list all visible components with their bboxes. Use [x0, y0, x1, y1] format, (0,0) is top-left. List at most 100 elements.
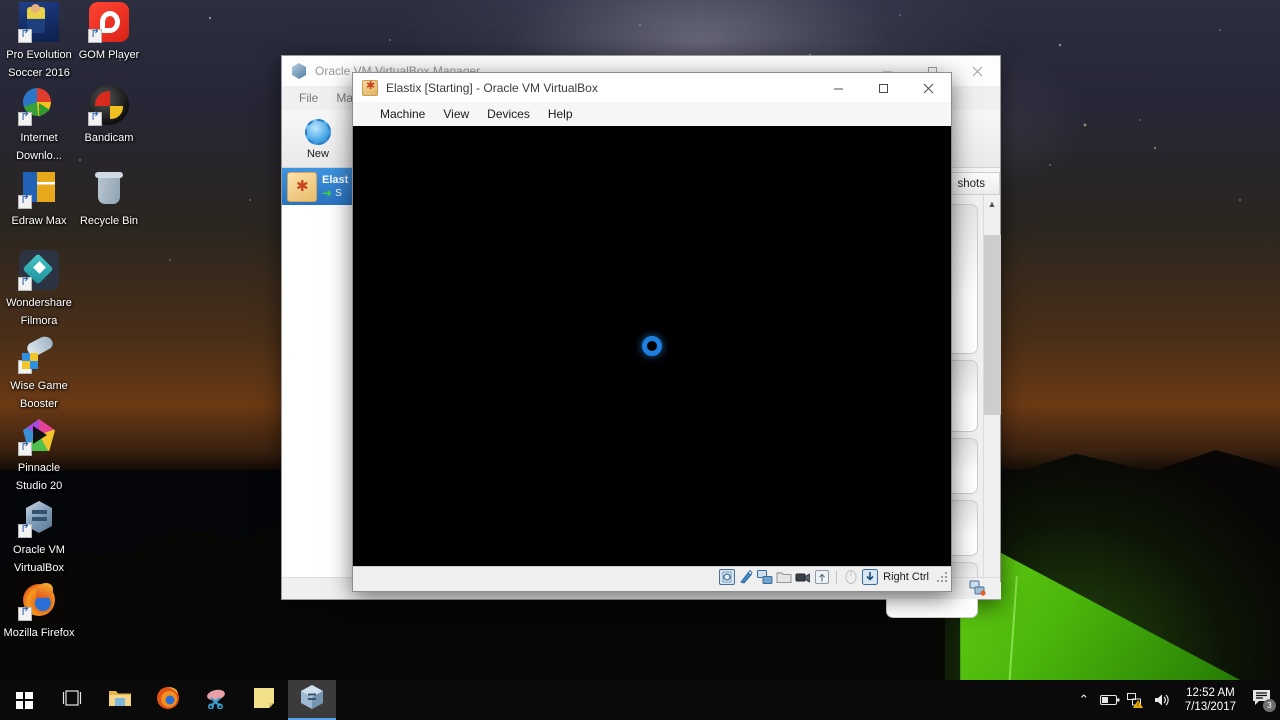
manager-close-button[interactable]: [955, 56, 1000, 86]
new-vm-button[interactable]: New: [290, 110, 346, 167]
desktop[interactable]: Pro Evolution Soccer 2016 GOM Player Int…: [0, 0, 1280, 720]
new-vm-label: New: [306, 148, 329, 160]
desktop-icon-internet-download-manager[interactable]: Internet Downlo...: [2, 85, 76, 164]
network-adapter-icon[interactable]: [757, 569, 773, 585]
snipping-tool-icon: [203, 687, 229, 714]
hard-disk-icon[interactable]: [719, 569, 736, 585]
statusbar-separator: [836, 570, 838, 584]
task-view-icon: [61, 689, 83, 712]
file-explorer-button[interactable]: [96, 680, 144, 720]
desktop-icon-label: Bandicam: [84, 132, 134, 144]
loading-ring-icon: [642, 336, 662, 356]
vm-statusbar: Right Ctrl: [353, 566, 951, 587]
battery-icon[interactable]: [1097, 680, 1123, 720]
filmora-icon: [18, 250, 59, 291]
desktop-icon-recycle-bin[interactable]: Recycle Bin: [72, 168, 146, 229]
virtualbox-icon: [300, 684, 324, 715]
internet-download-manager-icon: [18, 85, 59, 126]
host-key-label: Right Ctrl: [883, 571, 929, 583]
action-center-button[interactable]: 3: [1246, 680, 1278, 720]
desktop-icon-label: Wise Game Booster: [10, 380, 68, 410]
vm-window[interactable]: Elastix [Starting] - Oracle VM VirtualBo…: [352, 72, 952, 592]
desktop-icon-label: Edraw Max: [11, 215, 67, 227]
vm-close-button[interactable]: [906, 73, 951, 103]
network-status-icon: [969, 580, 986, 596]
desktop-icon-gom-player[interactable]: GOM Player: [72, 2, 146, 63]
vm-titlebar[interactable]: Elastix [Starting] - Oracle VM VirtualBo…: [353, 73, 951, 102]
host-key-icon[interactable]: [862, 569, 879, 585]
manager-menu-file[interactable]: File: [290, 88, 327, 108]
desktop-icon-label: Internet Downlo...: [16, 132, 62, 162]
vm-menu-devices[interactable]: Devices: [478, 104, 539, 124]
windows-logo-icon: [15, 691, 33, 709]
scroll-up-arrow-icon[interactable]: ▲: [984, 195, 1000, 212]
desktop-icon-mozilla-firefox[interactable]: Mozilla Firefox: [2, 580, 76, 641]
vm-menu-machine[interactable]: Machine: [371, 104, 434, 124]
vm-window-controls: [816, 73, 951, 103]
volume-icon[interactable]: [1149, 680, 1175, 720]
desktop-icon-label: GOM Player: [78, 49, 140, 61]
vm-state: ➜ S: [322, 185, 348, 200]
desktop-icon-oracle-vm-virtualbox[interactable]: Oracle VM VirtualBox: [2, 497, 76, 576]
vm-menu-help[interactable]: Help: [539, 104, 582, 124]
firefox-button[interactable]: [144, 680, 192, 720]
firefox-icon: [156, 686, 180, 715]
desktop-icon-label: Pro Evolution Soccer 2016: [6, 49, 72, 79]
wise-game-booster-icon: [18, 333, 59, 374]
action-center-badge: 3: [1263, 699, 1276, 712]
clock-date: 7/13/2017: [1184, 701, 1236, 713]
task-view-button[interactable]: [48, 680, 96, 720]
sticky-notes-icon: [253, 687, 275, 714]
network-warning-icon[interactable]: !: [1123, 680, 1149, 720]
system-tray[interactable]: ⌃ ! 12:52 AM 7/13/2017 3: [1071, 680, 1280, 720]
resize-grip[interactable]: [937, 572, 947, 582]
usb-devices-icon[interactable]: [814, 569, 830, 585]
edraw-max-icon: [18, 168, 59, 209]
mouse-integration-icon[interactable]: [843, 569, 859, 585]
running-arrow-icon: ➜: [322, 185, 333, 200]
optical-drive-icon[interactable]: [738, 569, 754, 585]
vm-window-title: Elastix [Starting] - Oracle VM VirtualBo…: [386, 80, 598, 95]
sticky-notes-button[interactable]: [240, 680, 288, 720]
desktop-icon-label: Oracle VM VirtualBox: [13, 544, 65, 574]
file-explorer-icon: [108, 688, 132, 713]
desktop-icon-edraw-max[interactable]: Edraw Max: [2, 168, 76, 229]
pinnacle-studio-icon: [18, 415, 59, 456]
clock[interactable]: 12:52 AM 7/13/2017: [1175, 686, 1246, 714]
desktop-icon-label: Mozilla Firefox: [3, 627, 75, 639]
vm-list[interactable]: Elast ➜ S: [282, 168, 363, 599]
elastix-vm-icon: [362, 79, 378, 96]
vm-list-item-elastix[interactable]: Elast ➜ S: [282, 168, 362, 205]
vm-menu-view[interactable]: View: [434, 104, 478, 124]
start-button[interactable]: [0, 680, 48, 720]
desktop-icon-wise-game-booster[interactable]: Wise Game Booster: [2, 333, 76, 412]
snipping-tool-button[interactable]: [192, 680, 240, 720]
video-capture-icon[interactable]: [795, 569, 811, 585]
vm-state-label: S: [335, 187, 342, 199]
desktop-icon-label: Pinnacle Studio 20: [15, 462, 63, 492]
desktop-icon-pro-evolution-soccer[interactable]: Pro Evolution Soccer 2016: [2, 2, 76, 81]
desktop-icon-pinnacle-studio[interactable]: Pinnacle Studio 20: [2, 415, 76, 494]
show-hidden-icons-chevron-icon[interactable]: ⌃: [1071, 680, 1097, 720]
vm-name-label: Elast: [322, 173, 349, 186]
recycle-bin-icon: [89, 168, 129, 208]
vm-menubar[interactable]: Machine View Devices Help: [353, 102, 951, 126]
vm-minimize-button[interactable]: [816, 73, 861, 103]
vm-maximize-button[interactable]: [861, 73, 906, 103]
vm-display-area[interactable]: [353, 126, 951, 566]
desktop-icon-bandicam[interactable]: Bandicam: [72, 85, 146, 146]
taskbar[interactable]: ⌃ ! 12:52 AM 7/13/2017 3: [0, 680, 1280, 720]
elastix-vm-icon: [287, 171, 317, 202]
new-vm-icon: [303, 117, 333, 147]
scrollbar-thumb[interactable]: [984, 235, 1001, 415]
firefox-icon: [18, 580, 59, 621]
desktop-icon-label: Recycle Bin: [79, 215, 139, 227]
desktop-icon-wondershare-filmora[interactable]: Wondershare Filmora: [2, 250, 76, 329]
virtualbox-manager-icon: [291, 63, 307, 79]
virtualbox-button[interactable]: [288, 680, 336, 720]
gom-player-icon: [88, 2, 129, 43]
pes-2016-icon: [18, 2, 59, 43]
shared-folders-icon[interactable]: [776, 569, 792, 585]
bandicam-icon: [88, 85, 129, 126]
details-scrollbar[interactable]: ▲ ▼: [983, 195, 1001, 599]
